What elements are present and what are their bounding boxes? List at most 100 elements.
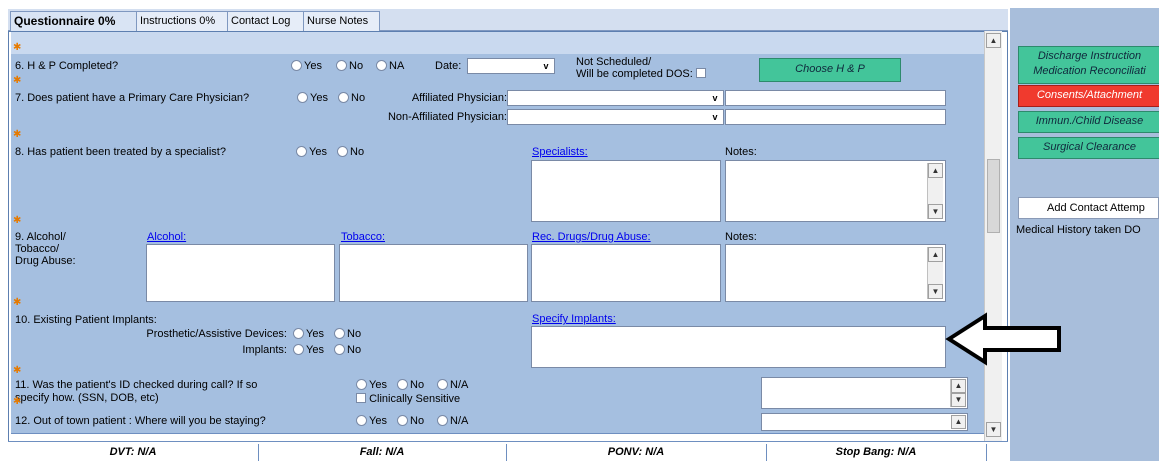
q12-staying-field[interactable]: ▲ <box>761 413 968 431</box>
q11-yes-label: Yes <box>369 379 387 391</box>
choose-h-p-button[interactable]: Choose H & P <box>759 58 901 82</box>
dvt-score: DVT: N/A <box>8 444 259 461</box>
q6-na-label: NA <box>389 60 405 72</box>
q11-scrollbar[interactable]: ▲ ▼ <box>950 379 966 407</box>
drugs-field[interactable] <box>531 244 721 302</box>
q12-yes-label: Yes <box>369 415 387 427</box>
q11-na-option[interactable]: N/A <box>437 379 468 391</box>
q8-yes-option[interactable]: Yes <box>296 146 327 158</box>
radio-icon <box>397 379 408 390</box>
required-star-icon: ✱ <box>13 129 22 140</box>
scroll-up-icon[interactable]: ▲ <box>928 247 943 262</box>
scroll-up-icon[interactable]: ▲ <box>951 379 966 393</box>
q6-dos-checkbox[interactable] <box>695 68 706 78</box>
q7-non-affiliated-physician-select[interactable]: v <box>507 109 724 125</box>
q10-prosthetic-no[interactable]: No <box>334 328 361 340</box>
dropdown-icon[interactable]: v <box>538 59 554 73</box>
scroll-up-icon[interactable]: ▲ <box>928 163 943 178</box>
specialists-link[interactable]: Specialists: <box>532 146 588 158</box>
q10-implants-label: Implants: <box>242 344 287 356</box>
consents-label: Consents/Attachment <box>1036 89 1143 101</box>
q7-non-affiliated-label: Non-Affiliated Physician: <box>387 111 507 123</box>
tobacco-field[interactable] <box>339 244 528 302</box>
scroll-down-icon[interactable]: ▼ <box>951 393 966 407</box>
alcohol-field[interactable] <box>146 244 335 302</box>
q11-no-option[interactable]: No <box>397 379 424 391</box>
question-row-6: 6. H & P Completed? Yes No NA Date: v No… <box>11 54 985 87</box>
specialists-list[interactable] <box>531 160 721 222</box>
clinically-sensitive-option[interactable]: Clinically Sensitive <box>356 393 460 405</box>
q10-prosthetic-yes-label: Yes <box>306 328 324 340</box>
scroll-down-icon[interactable]: ▼ <box>928 284 943 299</box>
q7-affiliated-label: Affiliated Physician: <box>411 92 507 104</box>
q12-na-option[interactable]: N/A <box>437 415 468 427</box>
add-contact-attempt-button[interactable]: Add Contact Attemp <box>1018 197 1159 219</box>
drugs-link[interactable]: Rec. Drugs/Drug Abuse: <box>532 231 651 243</box>
specify-implants-field[interactable] <box>531 326 946 368</box>
q10-prosthetic-yes[interactable]: Yes <box>293 328 324 340</box>
q10-implants-yes-label: Yes <box>306 344 324 356</box>
tab-nurse-notes[interactable]: Nurse Notes <box>303 11 380 32</box>
radio-icon <box>356 379 367 390</box>
q11-no-label: No <box>410 379 425 391</box>
q7-yes-option[interactable]: Yes <box>297 92 328 104</box>
tobacco-link[interactable]: Tobacco: <box>341 231 385 243</box>
scroll-up-icon[interactable]: ▲ <box>986 33 1001 48</box>
question-row-10: 10. Existing Patient Implants: Prostheti… <box>11 308 985 376</box>
q10-implants-yes[interactable]: Yes <box>293 344 324 356</box>
q9-notes-scrollbar[interactable]: ▲ ▼ <box>927 247 943 299</box>
q11-label-2: specify how. (SSN, DOB, etc) <box>15 392 159 404</box>
q7-affiliated-physician-select[interactable]: v <box>507 90 724 106</box>
q9-notes-field[interactable]: ▲ ▼ <box>725 244 946 302</box>
q8-no-option[interactable]: No <box>337 146 364 158</box>
q7-non-affiliated-physician-detail[interactable] <box>725 109 946 125</box>
q9-notes-label: Notes: <box>725 231 757 243</box>
scroll-up-icon[interactable]: ▲ <box>951 415 966 429</box>
q8-notes-scrollbar[interactable]: ▲ ▼ <box>927 163 943 219</box>
scrollbar-thumb[interactable] <box>987 159 1000 233</box>
q6-not-scheduled-2: Will be completed DOS: <box>576 68 706 80</box>
tab-contact-log[interactable]: Contact Log <box>227 11 311 32</box>
q10-implants-no[interactable]: No <box>334 344 361 356</box>
consents-attachments-button[interactable]: Consents/Attachment <box>1018 85 1159 107</box>
q6-not-scheduled-1: Not Scheduled/ <box>576 56 652 68</box>
required-star-icon: ✱ <box>13 215 22 226</box>
q6-na-option[interactable]: NA <box>376 60 404 72</box>
tab-instructions[interactable]: Instructions 0% <box>136 11 235 32</box>
form-vertical-scrollbar[interactable]: ▲ ▼ <box>984 31 1002 441</box>
q6-date-field[interactable]: v <box>467 58 555 74</box>
q6-no-option[interactable]: No <box>336 60 363 72</box>
q6-yes-option[interactable]: Yes <box>291 60 322 72</box>
q12-no-option[interactable]: No <box>397 415 424 427</box>
medical-history-text: Medical History taken DO <box>1016 224 1141 236</box>
discharge-label-2: Medication Reconciliati <box>1033 65 1146 77</box>
question-row-7: 7. Does patient have a Primary Care Phys… <box>11 86 985 141</box>
scroll-down-icon[interactable]: ▼ <box>928 204 943 219</box>
specify-implants-link[interactable]: Specify Implants: <box>532 313 616 325</box>
dropdown-icon[interactable]: v <box>707 110 723 124</box>
discharge-instructions-button[interactable]: Discharge Instruction Medication Reconci… <box>1018 46 1159 84</box>
dropdown-icon[interactable]: v <box>707 91 723 105</box>
q7-no-label: No <box>351 92 366 104</box>
radio-icon <box>397 415 408 426</box>
immun-child-disease-button[interactable]: Immun./Child Disease <box>1018 111 1159 133</box>
alcohol-link[interactable]: Alcohol: <box>147 231 186 243</box>
required-star-icon: ✱ <box>13 42 22 53</box>
scroll-down-icon[interactable]: ▼ <box>986 422 1001 437</box>
required-star-icon: ✱ <box>13 75 22 86</box>
radio-icon <box>356 415 367 426</box>
q12-yes-option[interactable]: Yes <box>356 415 387 427</box>
q11-yes-option[interactable]: Yes <box>356 379 387 391</box>
required-star-icon: ✱ <box>13 396 22 407</box>
clinically-sensitive-checkbox[interactable] <box>356 393 366 403</box>
q10-prosthetic-label: Prosthetic/Assistive Devices: <box>146 328 287 340</box>
q12-na-label: N/A <box>450 415 469 427</box>
q8-notes-field[interactable]: ▲ ▼ <box>725 160 946 222</box>
q11-specify-field[interactable]: ▲ ▼ <box>761 377 968 409</box>
ponv-score: PONV: N/A <box>506 444 767 461</box>
surgical-clearance-button[interactable]: Surgical Clearance <box>1018 137 1159 159</box>
q7-no-option[interactable]: No <box>338 92 365 104</box>
tab-questionnaire[interactable]: Questionnaire 0% <box>10 11 144 32</box>
q7-affiliated-physician-detail[interactable] <box>725 90 946 106</box>
top-strip <box>0 0 1159 8</box>
